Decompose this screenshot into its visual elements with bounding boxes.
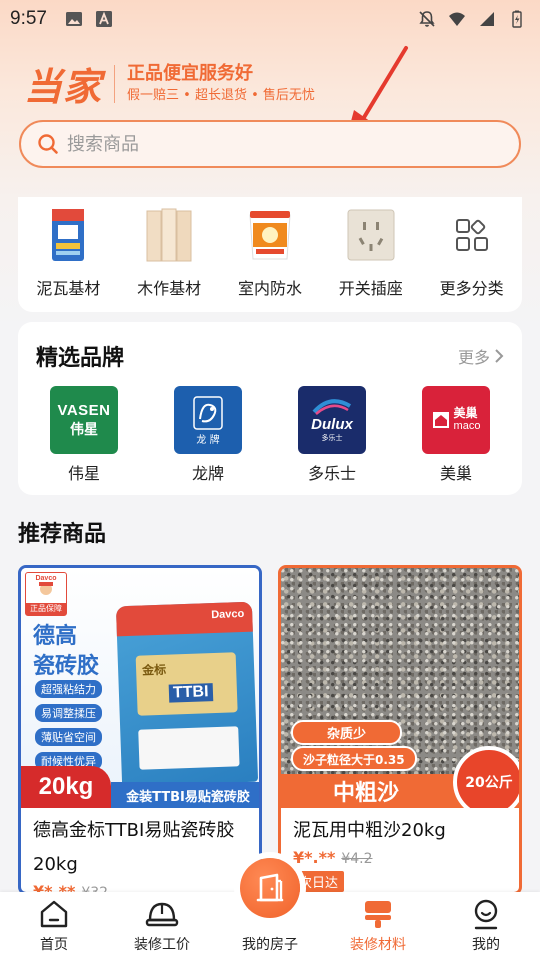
nav-label: 装修材料: [350, 937, 406, 953]
header-divider: [114, 64, 116, 103]
product-image: Davco 正品保障 德高 瓷砖胶 超强粘结力 易调整揉压 薄贴省空间 耐候性优…: [21, 568, 259, 808]
product-badge: Davco 正品保障: [25, 572, 67, 616]
category-item-more[interactable]: 更多分类: [424, 207, 520, 299]
nav-label: 首页: [40, 937, 68, 953]
waterproof-bucket-icon: [242, 207, 298, 263]
tile-adhesive-bag-icon: [40, 207, 96, 263]
product-price-row: ¥*.** ¥4.2: [281, 848, 519, 867]
house-emblem-icon: [432, 412, 449, 428]
category-item-wood-base[interactable]: 木作基材: [121, 207, 217, 299]
product-card-tile-adhesive[interactable]: Davco 正品保障 德高 瓷砖胶 超强粘结力 易调整揉压 薄贴省空间 耐候性优…: [18, 565, 262, 895]
search-icon: [38, 134, 58, 154]
nav-label: 装修工价: [134, 937, 190, 953]
feature-tag: 易调整揉压: [35, 704, 102, 722]
nav-label: 我的: [472, 937, 500, 953]
product-weight-badge: 20公斤: [453, 746, 519, 808]
category-item-tile-base[interactable]: 泥瓦基材: [20, 207, 116, 299]
nav-profile[interactable]: 我的: [432, 897, 540, 954]
category-label: 泥瓦基材: [36, 279, 101, 298]
category-grid: 泥瓦基材 木作基材 室内防水 开关插座 更多分类: [18, 197, 522, 312]
product-card-sand[interactable]: 杂质少 沙子粒径大于0.35 中粗沙 20公斤 泥瓦用中粗沙20kg ¥*.**…: [278, 565, 522, 895]
category-item-switch-socket[interactable]: 开关插座: [323, 207, 419, 299]
switch-socket-icon: [343, 207, 399, 263]
nav-pricing[interactable]: 装修工价: [108, 897, 216, 954]
grid-more-icon: [444, 207, 500, 263]
app-header: 当家 正品便宜服务好 假一赔三 • 超长退货 • 售后无忧: [24, 56, 315, 111]
product-bottom-label: 金装TTBI易贴瓷砖胶: [111, 782, 259, 808]
product-tag-impurity: 杂质少: [291, 720, 403, 745]
search-input[interactable]: [67, 133, 487, 155]
image-icon: [65, 12, 82, 26]
product-original-price: ¥4.2: [341, 851, 373, 867]
brand-label: 龙牌: [191, 464, 224, 483]
product-tag-grain-size: 沙子粒径大于0.35: [291, 746, 417, 771]
status-time: 9:57: [10, 8, 47, 29]
brands-more-label: 更多: [457, 348, 490, 367]
product-brand-title: 德高 瓷砖胶: [33, 624, 100, 679]
recommended-title: 推荐商品: [18, 522, 107, 547]
category-label: 更多分类: [439, 279, 504, 298]
signal-icon: [480, 12, 494, 26]
app-logo: 当家: [24, 56, 102, 111]
wood-board-icon: [141, 207, 197, 263]
brand-label: 多乐士: [307, 464, 356, 483]
helmet-icon: [145, 897, 179, 931]
product-bag-illustration: Davco 金标 TTBI: [115, 601, 259, 787]
badge-davco: Davco: [35, 575, 57, 582]
brand-logo-dulux: Dulux 多乐士: [298, 386, 366, 454]
house-door-icon: [256, 873, 284, 902]
battery-icon: [512, 10, 522, 28]
paint-roller-icon: [361, 897, 395, 931]
dulux-flourish-icon: [312, 398, 352, 415]
mute-icon: [419, 11, 435, 27]
brand-list: VASEN 伟星 伟星 龙 牌 龙牌 Dulux 多乐士 多乐士 美巢 maco…: [18, 386, 522, 484]
brand-item-vasen[interactable]: VASEN 伟星 伟星: [34, 386, 134, 484]
product-name: 德高金标TTBI易贴瓷砖胶20kg: [33, 820, 235, 875]
featured-brands-card: 精选品牌 更多 VASEN 伟星 伟星 龙 牌 龙牌 Dulux 多乐士 多乐士…: [18, 322, 522, 495]
next-day-delivery-badge: 次日达: [293, 871, 345, 892]
brands-more-link[interactable]: 更多: [458, 344, 504, 368]
nav-home[interactable]: 首页: [0, 897, 108, 954]
category-item-waterproof[interactable]: 室内防水: [222, 207, 318, 299]
a-icon: [95, 11, 112, 27]
my-house-center-button[interactable]: [240, 858, 300, 918]
feature-tag: 薄贴省空间: [35, 728, 102, 746]
category-label: 室内防水: [237, 279, 302, 298]
brand-item-dulux[interactable]: Dulux 多乐士 多乐士: [282, 386, 382, 484]
brand-item-longpai[interactable]: 龙 牌 龙牌: [158, 386, 258, 484]
product-price: ¥*.**: [293, 848, 336, 867]
mascot-icon: [39, 582, 53, 595]
product-weight-badge: 20kg: [21, 766, 111, 808]
search-bar[interactable]: [19, 120, 521, 168]
wifi-icon: [449, 12, 465, 26]
user-icon: [469, 897, 503, 931]
dragon-emblem-icon: [193, 395, 223, 430]
nav-label: 我的房子: [242, 937, 298, 953]
brand-logo-longpai: 龙 牌: [174, 386, 242, 454]
product-name: 泥瓦用中粗沙20kg: [293, 820, 446, 841]
status-bar: 9:57: [0, 0, 540, 38]
nav-materials[interactable]: 装修材料: [324, 897, 432, 954]
home-icon: [37, 897, 71, 931]
brand-label: 美巢: [439, 464, 472, 483]
slogan-sub: 假一赔三 • 超长退货 • 售后无忧: [127, 87, 315, 103]
brand-label: 伟星: [67, 464, 100, 483]
brands-title: 精选品牌: [36, 346, 125, 371]
logo-text: 当家: [24, 65, 103, 109]
brand-logo-vasen: VASEN 伟星: [50, 386, 118, 454]
product-feature-list: 超强粘结力 易调整揉压 薄贴省空间 耐候性优异: [35, 680, 102, 770]
feature-tag: 超强粘结力: [35, 680, 102, 698]
category-label: 木作基材: [137, 279, 202, 298]
product-image: 杂质少 沙子粒径大于0.35 中粗沙 20公斤: [281, 568, 519, 808]
category-label: 开关插座: [338, 279, 403, 298]
brand-item-maco[interactable]: 美巢 maco 美巢: [406, 386, 506, 484]
brand-logo-maco: 美巢 maco: [422, 386, 490, 454]
chevron-right-icon: [495, 349, 504, 363]
slogan-main: 正品便宜服务好: [127, 62, 254, 84]
